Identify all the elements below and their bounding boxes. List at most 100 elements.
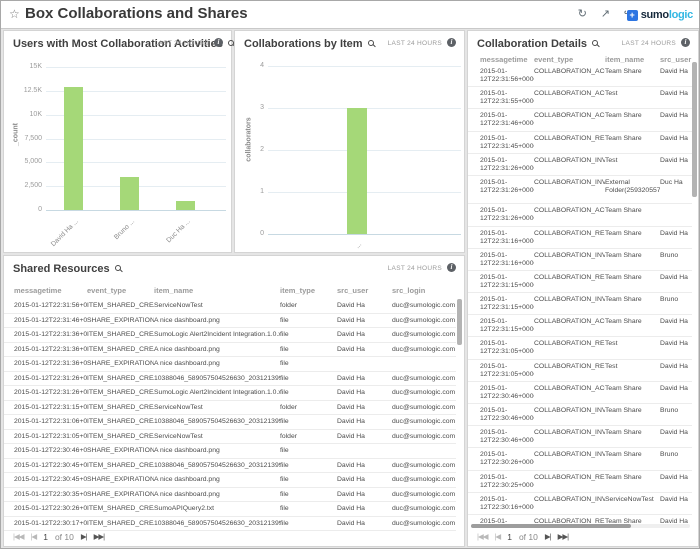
- refresh-icon[interactable]: ↻: [578, 7, 587, 20]
- info-icon[interactable]: i: [447, 263, 456, 272]
- table-row: 2015-01-12T22:30:26+0000ITEM_SHARED_CREA…: [4, 502, 456, 517]
- prev-page-icon[interactable]: |◀: [494, 532, 500, 541]
- timestamp-line: 2015-01-: [480, 157, 531, 165]
- table-cell: ITEM_SHARED_CREATE: [87, 502, 154, 516]
- sumologic-logo-mark-icon: +: [627, 10, 638, 21]
- last-page-icon[interactable]: ▶▶|: [558, 532, 568, 541]
- y-tick-label: 10K: [4, 111, 42, 118]
- column-header: item_type: [280, 286, 337, 295]
- table-cell: David Ha: [660, 340, 692, 358]
- app-header: ☆ Box Collaborations and Shares ↻ ↗ ↪ + …: [1, 1, 699, 29]
- timestamp-line: 12T22:30:46+0000: [480, 415, 531, 423]
- table-row: 2015-01-12T22:30:46+0000COLLABORATION_IN…: [468, 426, 692, 448]
- x-axis-line: [268, 234, 461, 235]
- panel-shared-resources: Shared Resources LAST 24 HOURS i message…: [3, 255, 465, 547]
- table-row: 2015-01-12T22:31:45+0000COLLABORATION_RE…: [468, 132, 692, 154]
- timestamp-line: 12T22:30:46+0000: [480, 393, 531, 401]
- favorite-star-icon[interactable]: ☆: [9, 7, 20, 21]
- table-row: 2015-01-12T22:30:17+0000ITEM_SHARED_CREA…: [4, 517, 456, 532]
- open-search-icon[interactable]: [592, 40, 598, 46]
- column-header: item_name: [605, 55, 660, 64]
- x-tick-label: ...: [355, 241, 364, 250]
- table-cell: ITEM_SHARED_CREATE: [87, 517, 154, 531]
- table-cell: Bruno: [660, 451, 692, 469]
- vertical-scrollbar[interactable]: [457, 299, 462, 345]
- table-cell: 2015-01-12T22:31:15+0000: [480, 296, 534, 314]
- vertical-scrollbar[interactable]: [692, 62, 697, 197]
- table-row: 2015-01-12T22:31:26+0000ITEM_SHARED_CREA…: [4, 386, 456, 401]
- timestamp-line: 2015-01-: [480, 230, 531, 238]
- open-search-icon[interactable]: [115, 265, 121, 271]
- horizontal-scrollbar-thumb[interactable]: [471, 524, 631, 528]
- timestamp-line: 12T22:31:26+0000: [480, 215, 531, 223]
- table-cell: COLLABORATION_REMOVE: [534, 135, 605, 153]
- timestamp-line: 2015-01-: [480, 496, 531, 504]
- pagination: |◀◀ |◀ 1 of 10 ▶| ▶▶|: [477, 530, 568, 543]
- table-row: 2015-01-12T22:30:45+0000ITEM_SHARED_CREA…: [4, 459, 456, 474]
- x-tick-label: Duc Ha ...: [166, 218, 192, 244]
- y-axis-title: _count: [13, 105, 20, 165]
- first-page-icon[interactable]: |◀◀: [13, 532, 23, 541]
- table-cell: SumoLogic Alert2Incident Integration.1.0…: [154, 328, 280, 342]
- table-cell: 2015-01-12T22:31:46+0000: [14, 314, 87, 328]
- next-page-icon[interactable]: ▶|: [545, 532, 551, 541]
- table-row: 2015-01-12T22:30:46+0000COLLABORATION_AC…: [468, 382, 692, 404]
- table-cell: file: [280, 357, 337, 371]
- table-cell: Team Share: [605, 385, 660, 403]
- column-header: messagetime: [14, 286, 87, 295]
- table-cell: COLLABORATION_INVITE: [534, 451, 605, 469]
- table-cell: duc@sumologic.com: [392, 328, 456, 342]
- table-cell: 2015-01-12T22:30:26+0000: [480, 451, 534, 469]
- x-tick-label: Bruno ...: [113, 218, 136, 241]
- prev-page-icon[interactable]: |◀: [30, 532, 36, 541]
- table-cell: David Ha: [660, 318, 692, 336]
- table-cell: 10388046_589057504526630_2031213996_n.jp…: [154, 372, 280, 386]
- panel-title: Shared Resources: [13, 263, 121, 275]
- table-cell: David Ha: [337, 459, 392, 473]
- table-cell: ITEM_SHARED_CREATE: [87, 343, 154, 357]
- horizontal-scrollbar[interactable]: [471, 524, 690, 528]
- table-cell: David Ha: [337, 488, 392, 502]
- table-cell: 2015-01-12T22:31:36+0000: [14, 357, 87, 371]
- table-cell: ITEM_SHARED_CREATE: [87, 415, 154, 429]
- table-cell: duc@sumologic.com: [392, 314, 456, 328]
- time-range-badge: LAST 24 HOURS: [388, 265, 442, 272]
- table-cell: Team Share: [605, 474, 660, 492]
- first-page-icon[interactable]: |◀◀: [477, 532, 487, 541]
- timestamp-line: 12T22:31:05+0000: [480, 348, 531, 356]
- timestamp-line: 12T22:31:15+0000: [480, 304, 531, 312]
- table-row: 2015-01-12T22:31:05+0000COLLABORATION_RE…: [468, 360, 692, 382]
- table-cell: 2015-01-12T22:31:05+0000: [14, 430, 87, 444]
- timestamp-line: 12T22:31:15+0000: [480, 282, 531, 290]
- last-page-icon[interactable]: ▶▶|: [94, 532, 104, 541]
- table-row: 2015-01-12T22:31:26+0000COLLABORATION_AC…: [468, 204, 692, 226]
- table-row: 2015-01-12T22:31:15+0000COLLABORATION_AC…: [468, 315, 692, 337]
- table-cell: Duc Ha: [660, 179, 692, 203]
- panel-collaboration-details: Collaboration Details LAST 24 HOURS i me…: [467, 30, 699, 547]
- timestamp-line: 2015-01-: [480, 474, 531, 482]
- table-cell: David Ha: [337, 415, 392, 429]
- table-cell: David Ha: [660, 90, 692, 108]
- next-page-icon[interactable]: ▶|: [81, 532, 87, 541]
- page-number[interactable]: 1: [507, 532, 512, 542]
- timestamp-line: 2015-01-: [480, 179, 531, 187]
- table-cell: SumoAPIQuery2.txt: [154, 502, 280, 516]
- bar[interactable]: [120, 177, 139, 210]
- page-number[interactable]: 1: [43, 532, 48, 542]
- table-cell: [392, 444, 456, 458]
- table-cell: ServiceNowTest: [154, 401, 280, 415]
- table-cell: Test: [605, 340, 660, 358]
- expand-icon[interactable]: ↗: [601, 7, 610, 20]
- bar[interactable]: [176, 201, 195, 210]
- info-icon[interactable]: i: [681, 38, 690, 47]
- y-tick-label: 12.5K: [4, 87, 42, 94]
- page-count-label: of 10: [55, 532, 74, 542]
- table-cell: COLLABORATION_ACCEPT: [534, 112, 605, 130]
- table-cell: COLLABORATION_ACCEPT: [534, 68, 605, 86]
- table-cell: Team Share: [605, 230, 660, 248]
- table-cell: A nice dashboard.png: [154, 444, 280, 458]
- bar[interactable]: [347, 108, 367, 234]
- table-cell: Team Share: [605, 318, 660, 336]
- bar[interactable]: [64, 87, 83, 210]
- table-row: 2015-01-12T22:31:56+0000COLLABORATION_AC…: [468, 65, 692, 87]
